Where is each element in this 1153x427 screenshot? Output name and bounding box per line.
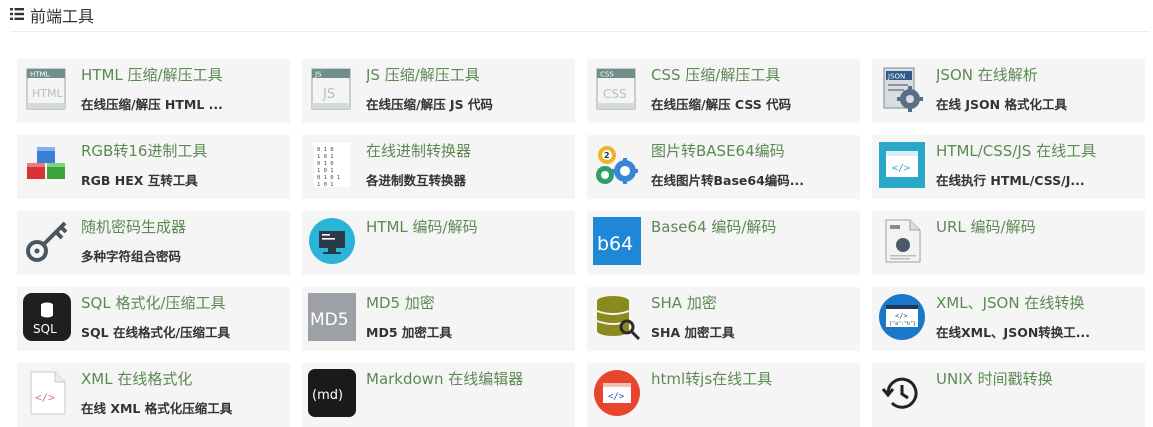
svg-text:0 1 0 1: 0 1 0 1 [317, 175, 340, 181]
svg-text:JSON: JSON [887, 73, 905, 81]
svg-text:CSS: CSS [600, 71, 614, 79]
xml-file-icon: </> [23, 369, 71, 417]
tool-html-minify[interactable]: HTML HTML HTML 压缩/解压工具 在线压缩/解压 HTML ... [17, 59, 290, 123]
sql-database-icon: SQL [23, 293, 71, 341]
tool-unix-time[interactable]: UNIX 时间戳转换 [872, 363, 1145, 427]
tool-password-generator[interactable]: 随机密码生成器 多种字符组合密码 [17, 211, 290, 275]
svg-text:1 0 1: 1 0 1 [317, 154, 334, 160]
html-file-icon: HTML HTML [23, 65, 71, 113]
md5-icon: MD5 [308, 293, 356, 341]
xml-json-icon: </> {"a":"b"} [878, 293, 926, 341]
tool-css-minify[interactable]: CSS CSS CSS 压缩/解压工具 在线压缩/解压 CSS 代码 [587, 59, 860, 123]
json-gear-icon: JSON [878, 65, 926, 113]
js-file-icon: JS JS [308, 65, 356, 113]
css-file-icon: CSS CSS [593, 65, 641, 113]
tool-grid: HTML HTML HTML 压缩/解压工具 在线压缩/解压 HTML ... … [17, 59, 1146, 427]
svg-text:</>: </> [892, 163, 910, 174]
svg-text:SQL: SQL [33, 322, 57, 336]
section-header: 前端工具 [10, 0, 1150, 32]
tool-html-encode[interactable]: HTML 编码/解码 [302, 211, 575, 275]
svg-text:CSS: CSS [603, 87, 627, 101]
svg-text:(md): (md) [312, 388, 343, 403]
svg-text:1 0 1: 1 0 1 [317, 168, 334, 174]
svg-text:JS: JS [314, 71, 322, 79]
tool-md5[interactable]: MD5 MD5 加密 MD5 加密工具 [302, 287, 575, 351]
browser-code-icon: </> [878, 141, 926, 189]
history-clock-icon [878, 369, 926, 417]
markdown-icon: (md) [308, 369, 356, 417]
url-document-icon [878, 217, 926, 265]
section-title: 前端工具 [30, 7, 95, 26]
tool-base-convert[interactable]: 0 1 01 0 1 0 1 01 0 1 0 1 0 11 0 1 在线进制转… [302, 135, 575, 199]
svg-text:2: 2 [604, 151, 610, 160]
tool-json-parse[interactable]: JSON JSON 在线解析 在线 JSON 格式化工具 [872, 59, 1145, 123]
svg-text:b64: b64 [597, 233, 633, 255]
svg-text:1 0 1: 1 0 1 [317, 182, 334, 188]
svg-text:</>: </> [895, 312, 908, 320]
rgb-cubes-icon [23, 141, 71, 189]
svg-text:0 1 0: 0 1 0 [317, 161, 334, 167]
tool-url-encode[interactable]: URL 编码/解码 [872, 211, 1145, 275]
svg-text:HTML: HTML [32, 87, 63, 100]
svg-text:{"a":"b"}: {"a":"b"} [889, 321, 916, 327]
tool-xml-json[interactable]: </> {"a":"b"} XML、JSON 在线转换 在线XML、JSON转换… [872, 287, 1145, 351]
binary-digits-icon: 0 1 01 0 1 0 1 01 0 1 0 1 0 11 0 1 [308, 141, 356, 189]
code-circle-icon: </> [593, 369, 641, 417]
tool-markdown[interactable]: (md) Markdown 在线编辑器 [302, 363, 575, 427]
svg-text:JS: JS [322, 87, 335, 102]
tool-image-base64[interactable]: 2 图片转BASE64编码 在线图片转Base64编码... [587, 135, 860, 199]
tool-rgb-hex[interactable]: RGB转16进制工具 RGB HEX 互转工具 [17, 135, 290, 199]
tool-base64[interactable]: b64 Base64 编码/解码 [587, 211, 860, 275]
svg-text:</>: </> [608, 392, 625, 402]
svg-text:HTML: HTML [30, 71, 50, 79]
tool-xml-format[interactable]: </> XML 在线格式化 在线 XML 格式化压缩工具 [17, 363, 290, 427]
b64-icon: b64 [593, 217, 641, 265]
monitor-icon [308, 217, 356, 265]
tool-html-to-js[interactable]: </> html转js在线工具 [587, 363, 860, 427]
tool-js-minify[interactable]: JS JS JS 压缩/解压工具 在线压缩/解压 JS 代码 [302, 59, 575, 123]
tool-sql-format[interactable]: SQL SQL 格式化/压缩工具 SQL 在线格式化/压缩工具 [17, 287, 290, 351]
tool-html-css-js-run[interactable]: </> HTML/CSS/JS 在线工具 在线执行 HTML/CSS/J... [872, 135, 1145, 199]
tool-sha[interactable]: SHA 加密 SHA 加密工具 [587, 287, 860, 351]
svg-text:MD5: MD5 [310, 310, 349, 330]
sha-database-key-icon [593, 293, 641, 341]
key-icon [23, 217, 71, 265]
list-icon [10, 6, 24, 20]
gears-icon: 2 [593, 141, 641, 189]
svg-text:0 1 0: 0 1 0 [317, 147, 334, 153]
svg-text:</>: </> [35, 391, 55, 404]
